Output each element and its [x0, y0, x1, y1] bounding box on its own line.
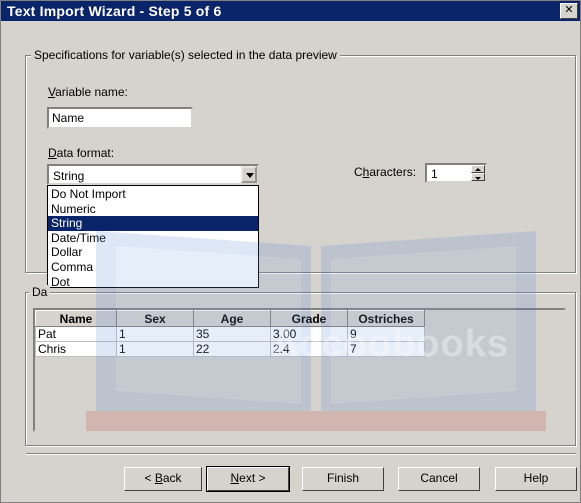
close-icon[interactable]: ✕ — [560, 3, 578, 19]
window-title: Text Import Wizard - Step 5 of 6 — [7, 3, 222, 19]
characters-label-text: aracters: — [369, 165, 417, 179]
data-format-label-text: ata format: — [56, 146, 115, 160]
characters-value: 1 — [431, 167, 438, 181]
dropdown-option[interactable]: Dot — [48, 275, 258, 290]
dropdown-option[interactable]: Do Not Import — [48, 187, 258, 202]
specifications-legend: Specifications for variable(s) selected … — [31, 48, 340, 62]
data-format-dropdown-list[interactable]: Do Not Import Numeric String Date/Time Dolla… — [47, 185, 259, 288]
help-button[interactable]: Help — [495, 467, 577, 491]
column-header-name[interactable]: Name — [35, 310, 117, 327]
variable-name-label-text: ariable name: — [55, 85, 128, 99]
cancel-button[interactable]: Cancel — [398, 467, 480, 491]
dropdown-option[interactable]: String — [48, 216, 258, 231]
characters-label: Characters: — [354, 165, 417, 179]
table-cell: 1 — [116, 341, 194, 357]
finish-button[interactable]: Finish — [302, 467, 384, 491]
data-preview-legend: Da — [29, 285, 51, 299]
table-cell: 22 — [193, 341, 271, 357]
dropdown-option[interactable]: Comma — [48, 260, 258, 275]
chevron-down-icon[interactable] — [241, 166, 257, 183]
spin-up-icon[interactable] — [471, 165, 485, 173]
title-bar[interactable]: Text Import Wizard - Step 5 of 6 ✕ — [1, 1, 580, 21]
next-button[interactable]: Next > — [206, 466, 290, 492]
spin-down-icon[interactable] — [471, 173, 485, 181]
column-header-age[interactable]: Age — [193, 310, 271, 327]
variable-name-value: Name — [52, 111, 85, 125]
watermark-text: Accoobooks — [271, 323, 510, 365]
dropdown-option[interactable]: Date/Time — [48, 231, 258, 246]
bottom-divider — [26, 453, 576, 455]
table-cell: 1 — [116, 326, 194, 342]
table-cell: 35 — [193, 326, 271, 342]
dropdown-option[interactable]: Numeric — [48, 202, 258, 217]
data-format-select[interactable]: String — [47, 164, 259, 185]
back-button-label: ack — [162, 471, 182, 485]
table-cell: Chris — [35, 341, 117, 357]
variable-name-input[interactable]: Name — [47, 107, 193, 129]
characters-spinner[interactable]: 1 — [425, 163, 487, 183]
back-button[interactable]: < Back — [124, 467, 202, 491]
data-format-selected-value: String — [53, 169, 85, 183]
variable-name-label: Variable name: — [48, 85, 128, 99]
table-cell: Pat — [35, 326, 117, 342]
data-format-label: Data format: — [48, 146, 115, 160]
dropdown-option[interactable]: Dollar — [48, 245, 258, 260]
column-header-sex[interactable]: Sex — [116, 310, 194, 327]
text-import-wizard-window: Text Import Wizard - Step 5 of 6 ✕ Speci… — [0, 0, 581, 503]
next-button-label: ext > — [239, 471, 266, 485]
